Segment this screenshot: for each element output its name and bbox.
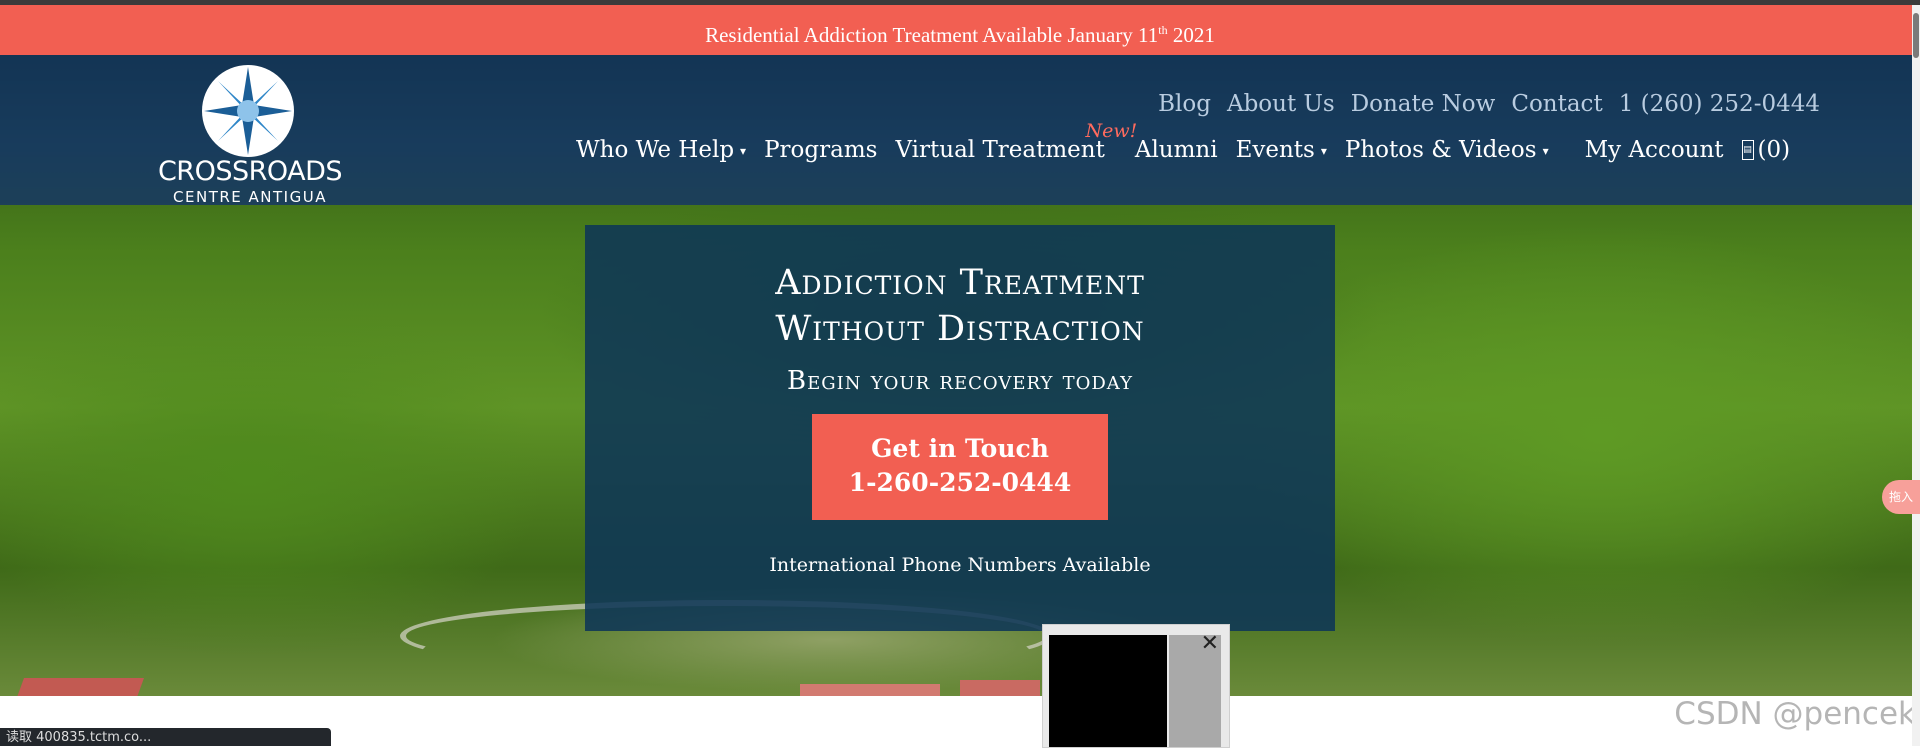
nav-item-events[interactable]: Events ▾	[1236, 137, 1327, 163]
page-scrollbar[interactable]	[1912, 5, 1920, 746]
roofs-layer	[0, 670, 1920, 696]
hero-headline: Addiction Treatment Without Distraction	[585, 225, 1335, 352]
cart-icon: ▤	[1741, 140, 1754, 160]
nav-label: Events	[1235, 137, 1315, 163]
roof-shape	[15, 678, 145, 696]
nav-label: Photos & Videos	[1344, 137, 1537, 163]
new-badge: New!	[1085, 120, 1138, 142]
nav-label: Programs	[764, 137, 878, 163]
site-header: CROSSROADS CENTRE ANTIGUA Blog About Us …	[0, 55, 1920, 206]
hero-panel: Addiction Treatment Without Distraction …	[585, 225, 1335, 631]
cta-phone: 1-260-252-0444	[848, 468, 1072, 497]
browser-status-bar: 读取 400835.tctm.co...	[0, 728, 331, 746]
nav-label: Alumni	[1134, 137, 1218, 163]
chevron-down-icon: ▾	[1320, 144, 1327, 158]
nav-item-who-we-help[interactable]: Who We Help ▾	[576, 137, 746, 163]
announcement-text: Residential Addiction Treatment Availabl…	[705, 23, 1159, 47]
international-numbers-link[interactable]: International Phone Numbers Available	[585, 554, 1335, 576]
utility-link-phone[interactable]: 1 (260) 252-0444	[1619, 91, 1820, 117]
nav-label: My Account	[1584, 137, 1724, 163]
chevron-down-icon: ▾	[1542, 144, 1549, 158]
cart-count: (0)	[1757, 137, 1791, 163]
utility-link-blog[interactable]: Blog	[1158, 91, 1211, 117]
utility-link-about-us[interactable]: About Us	[1227, 91, 1335, 117]
scrollbar-thumb[interactable]	[1913, 13, 1919, 58]
nav-item-programs[interactable]: Programs	[764, 137, 877, 163]
main-nav: Who We Help ▾ Programs Virtual Treatment …	[576, 120, 1808, 163]
nav-item-photos-videos[interactable]: Photos & Videos ▾	[1345, 137, 1549, 163]
side-floating-badge[interactable]: 拖入	[1882, 480, 1920, 514]
nav-label: Who We Help	[576, 137, 735, 163]
brand-name: CROSSROADS	[157, 156, 343, 187]
cart-link[interactable]: ▤ (0)	[1741, 137, 1791, 163]
hero-subheadline: Begin your recovery today	[787, 366, 1133, 396]
nav-item-alumni[interactable]: Alumni	[1135, 137, 1218, 163]
chevron-down-icon: ▾	[740, 144, 747, 158]
utility-nav: Blog About Us Donate Now Contact 1 (260)…	[1158, 91, 1820, 117]
nav-item-virtual-treatment[interactable]: Virtual Treatment New!	[895, 120, 1137, 163]
site-logo[interactable]: CROSSROADS CENTRE ANTIGUA	[155, 63, 345, 206]
close-icon[interactable]: ✕	[1201, 631, 1219, 656]
nav-label: Virtual Treatment	[895, 137, 1105, 163]
roof-shape	[800, 684, 940, 696]
utility-link-donate-now[interactable]: Donate Now	[1351, 91, 1496, 117]
announcement-year: 2021	[1167, 23, 1215, 47]
announcement-sup: th	[1158, 23, 1168, 37]
get-in-touch-button[interactable]: Get in Touch 1-260-252-0444	[812, 414, 1108, 520]
compass-logo-icon	[202, 65, 294, 157]
roof-shape	[960, 680, 1040, 696]
hero-headline-line1: Addiction Treatment	[775, 263, 1145, 303]
hero-headline-line2: Without Distraction	[775, 309, 1145, 349]
nav-item-my-account[interactable]: My Account	[1585, 137, 1724, 163]
thumbnail-screen	[1049, 635, 1167, 747]
announcement-bar: Residential Addiction Treatment Availabl…	[0, 5, 1920, 55]
watermark-text: CSDN @pencek	[1674, 696, 1916, 732]
brand-subtitle: CENTRE ANTIGUA	[173, 188, 327, 206]
video-thumbnail-popup[interactable]: ✕	[1042, 624, 1230, 748]
utility-link-contact[interactable]: Contact	[1511, 91, 1602, 117]
cta-label: Get in Touch	[871, 434, 1049, 463]
